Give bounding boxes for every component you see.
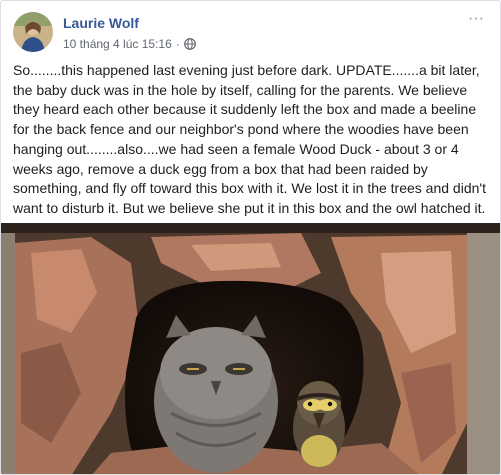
more-options-icon[interactable]: ···: [464, 11, 488, 32]
post-timestamp[interactable]: 10 tháng 4 lúc 15:16: [63, 37, 172, 51]
post-meta: 10 tháng 4 lúc 15:16 ·: [63, 37, 196, 51]
meta-separator: ·: [175, 37, 180, 51]
facebook-post: Laurie Wolf 10 tháng 4 lúc 15:16 · ··· S…: [0, 0, 501, 475]
post-body-text: So........this happened last evening jus…: [13, 62, 486, 216]
author-avatar[interactable]: [13, 12, 53, 52]
globe-icon[interactable]: [183, 38, 196, 50]
post-photo[interactable]: [1, 223, 500, 474]
post-header: Laurie Wolf 10 tháng 4 lúc 15:16 · ···: [13, 11, 488, 56]
author-name-link[interactable]: Laurie Wolf: [63, 15, 139, 31]
